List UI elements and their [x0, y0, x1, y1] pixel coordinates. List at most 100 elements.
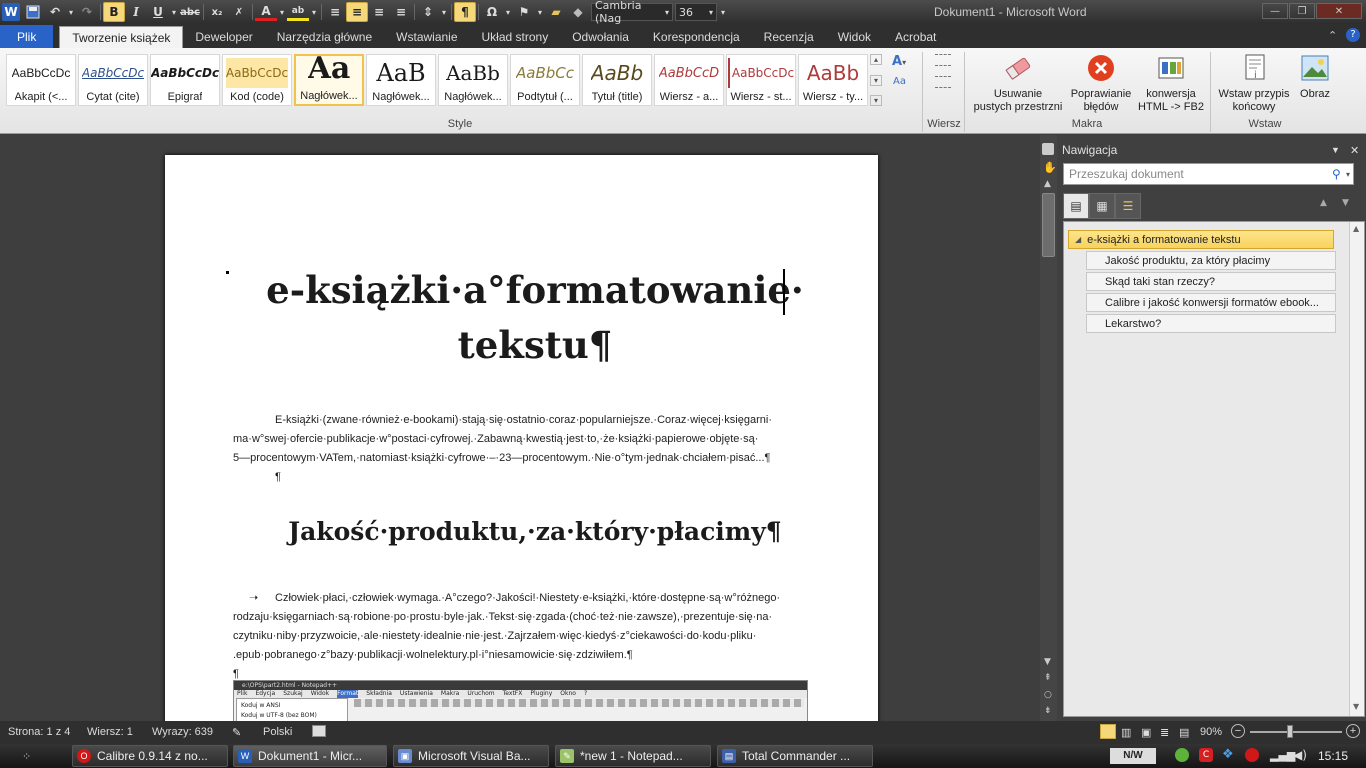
tab-headings-icon[interactable]: ▤ [1063, 193, 1089, 219]
html-to-fb2-button[interactable]: konwersja HTML -> FB2 [1134, 52, 1208, 114]
style-naglowek-2[interactable]: AaB Nagłówek... [366, 54, 436, 106]
align-left-icon[interactable]: ≡ [324, 2, 346, 22]
document-title[interactable]: e-książki·a°formatowanie· tekstu¶ [225, 263, 845, 373]
view-web-layout-icon[interactable]: ▣ [1141, 726, 1151, 739]
tab-insert[interactable]: Wstawianie [384, 26, 469, 48]
taskbar-item-calibre[interactable]: O Calibre 0.9.14 z no... [72, 745, 228, 767]
gallery-down-icon[interactable]: ▾ [870, 74, 882, 86]
symbol-dropdown-icon[interactable]: ▾ [503, 2, 513, 22]
tab-page-layout[interactable]: Układ strony [470, 26, 561, 48]
status-zoom[interactable]: 90% [1200, 726, 1222, 738]
tab-home[interactable]: Narzędzia główne [265, 26, 384, 48]
next-page-icon[interactable]: ⇟ [1044, 706, 1052, 716]
style-wiersz-st[interactable]: AaBbCcDc Wiersz - st... [726, 54, 796, 106]
line-spacing-icon[interactable]: ⇕ [417, 2, 439, 22]
eraser-icon[interactable]: ◆ [567, 2, 589, 22]
verse-icon-1[interactable] [935, 54, 951, 66]
view-draft-icon[interactable]: ▤ [1179, 726, 1189, 739]
macro-record-icon[interactable] [312, 725, 326, 737]
style-epigraf[interactable]: AaBbCcDc Epigraf [150, 54, 220, 106]
proofing-icon[interactable]: ✎ [232, 726, 241, 739]
verse-icon-2[interactable] [935, 76, 951, 88]
change-styles-icon[interactable]: A▾ [892, 54, 906, 69]
customize-qat-icon[interactable]: ▾ [717, 2, 729, 22]
style-naglowek-1[interactable]: Aa Nagłówek... [294, 54, 364, 106]
paragraph-intro[interactable]: E-książki·(zwane·również·e-bookami)·staj… [233, 411, 813, 487]
status-language[interactable]: Polski [263, 726, 292, 738]
open-folder-icon[interactable]: ▰ [545, 2, 567, 22]
vertical-scrollbar[interactable]: ✋ ▲ ▼ ⇞ ○ ⇟ [1040, 135, 1057, 721]
print-layout-icon[interactable] [1042, 143, 1054, 155]
help-icon[interactable]: ⌃ [1328, 29, 1337, 42]
pane-options-icon[interactable]: ▼ [1331, 145, 1340, 155]
font-color-dropdown-icon[interactable]: ▾ [277, 2, 287, 22]
taskbar-item-totalcmd[interactable]: ▤ Total Commander ... [717, 745, 873, 767]
style-wiersz-a[interactable]: AaBbCcD Wiersz - a... [654, 54, 724, 106]
tray-dropbox-icon[interactable]: ❖ [1222, 747, 1234, 762]
align-right-icon[interactable]: ≡ [368, 2, 390, 22]
tree-scrollbar[interactable]: ▲ ▼ [1349, 222, 1364, 716]
italic-icon[interactable]: I [125, 2, 147, 22]
nav-item-heading-2[interactable]: Calibre i jakość konwersji formatów eboo… [1086, 293, 1336, 312]
taskbar-item-vba[interactable]: ▣ Microsoft Visual Ba... [393, 745, 549, 767]
scroll-thumb[interactable] [1042, 193, 1055, 257]
style-akapit[interactable]: AaBbCcDc Akapit (<... [6, 54, 76, 106]
tab-file[interactable]: Plik [0, 25, 54, 48]
pane-close-icon[interactable]: ✕ [1350, 144, 1359, 157]
highlight-dropdown-icon[interactable]: ▾ [309, 2, 319, 22]
nav-item-heading-2[interactable]: Jakość produktu, za który płacimy [1086, 251, 1336, 270]
tray-network-icon[interactable]: ▂▄▆ [1270, 749, 1295, 762]
style-naglowek-3[interactable]: AaBb Nagłówek... [438, 54, 508, 106]
zoom-slider-thumb[interactable] [1287, 725, 1293, 738]
fix-errors-button[interactable]: Poprawianie błędów [1066, 52, 1136, 114]
maximize-button[interactable]: ❐ [1289, 3, 1315, 19]
language-indicator[interactable]: N/W [1110, 748, 1156, 764]
undo-icon[interactable]: ↶ [44, 2, 66, 22]
redo-icon[interactable]: ↷ [76, 2, 98, 22]
tray-ccleaner-icon[interactable]: C [1199, 748, 1213, 762]
prev-page-icon[interactable]: ⇞ [1044, 673, 1052, 683]
scroll-up-icon[interactable]: ▲ [1044, 179, 1051, 189]
zoom-out-icon[interactable]: − [1231, 724, 1245, 738]
clock[interactable]: 15:15 [1318, 749, 1348, 763]
underline-dropdown-icon[interactable]: ▾ [169, 2, 179, 22]
save-icon[interactable] [22, 2, 44, 22]
style-wiersz-ty[interactable]: AaBb Wiersz - ty... [798, 54, 868, 106]
nav-item-heading-1[interactable]: ◢ e-książki a formatowanie tekstu [1068, 230, 1334, 249]
tab-mailings[interactable]: Korespondencja [641, 26, 752, 48]
taskbar-item-notepad[interactable]: ✎ *new 1 - Notepad... [555, 745, 711, 767]
underline-icon[interactable]: U [147, 2, 169, 22]
embedded-screenshot[interactable]: e:\OPS\part2.html - Notepad++ Plik Edycj… [233, 680, 808, 721]
bold-icon[interactable]: B [103, 2, 125, 22]
tab-developer[interactable]: Deweloper [183, 26, 264, 48]
zoom-in-icon[interactable]: + [1346, 724, 1360, 738]
strikethrough-icon[interactable]: abc [179, 2, 201, 22]
nav-item-heading-2[interactable]: Skąd taki stan rzeczy? [1086, 272, 1336, 291]
browse-object-icon[interactable]: ○ [1044, 690, 1052, 700]
line-spacing-dropdown-icon[interactable]: ▾ [439, 2, 449, 22]
document-page[interactable]: e-książki·a°formatowanie· tekstu¶ E-ksią… [165, 155, 878, 721]
undo-dropdown-icon[interactable]: ▾ [66, 2, 76, 22]
nav-next-icon[interactable]: ▼ [1342, 198, 1349, 208]
nav-prev-icon[interactable]: ▲ [1320, 198, 1327, 208]
tray-opera-icon[interactable] [1245, 748, 1259, 762]
minimize-button[interactable]: — [1262, 3, 1288, 19]
hand-icon[interactable]: ✋ [1043, 161, 1057, 174]
view-fullscreen-icon[interactable]: ▥ [1121, 726, 1131, 739]
tray-volume-icon[interactable]: ◀) [1293, 748, 1307, 762]
status-page[interactable]: Strona: 1 z 4 [8, 726, 70, 738]
style-cytat[interactable]: AaBbCcDc Cytat (cite) [78, 54, 148, 106]
show-formatting-icon[interactable]: ¶ [454, 2, 476, 22]
gallery-more-icon[interactable]: ▾ [870, 95, 882, 106]
bookmark-icon[interactable]: ⚑ [513, 2, 535, 22]
scroll-up-icon[interactable]: ▲ [1353, 224, 1359, 233]
collapse-icon[interactable]: ◢ [1075, 235, 1081, 244]
insert-endnote-button[interactable]: i Wstaw przypis końcowy [1213, 52, 1295, 114]
align-center-icon[interactable]: ≡ [346, 2, 368, 22]
style-kod[interactable]: AaBbCcDc Kod (code) [222, 54, 292, 106]
remove-empty-spaces-button[interactable]: Usuwanie pustych przestrzni [968, 52, 1068, 114]
font-color-icon[interactable]: A [255, 3, 277, 21]
insert-image-button[interactable]: Obraz [1295, 52, 1335, 101]
status-words[interactable]: Wyrazy: 639 [152, 726, 213, 738]
subscript-icon[interactable]: x₂ [206, 2, 228, 22]
